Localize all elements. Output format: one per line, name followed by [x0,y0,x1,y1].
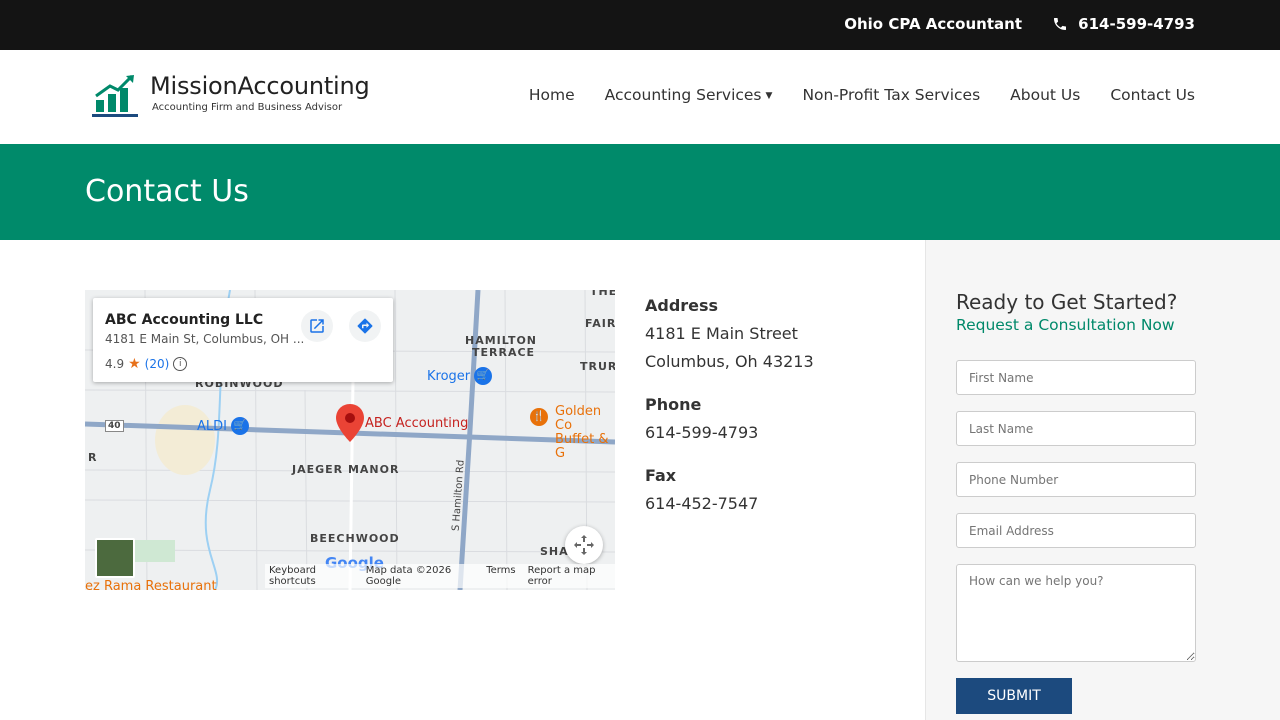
poi-golden[interactable]: Golden Co Buffet & G [555,405,615,461]
place-rating: 4.9 ★ (20) i [105,356,188,372]
poi-golden-line1: Golden Co [555,404,602,433]
map-data-text: Map data ©2026 Google [365,565,452,587]
place-name: ABC Accounting LLC [105,312,264,328]
google-map[interactable]: HAMILTON TERRACE ROBINWOOD JAEGER MANOR … [85,290,615,590]
logo-tagline: Accounting Firm and Business Advisor [152,102,343,113]
place-address: 4181 E Main St, Columbus, OH ... [105,332,305,346]
open-external-icon [310,319,324,333]
map-camera-control[interactable] [565,526,603,564]
contact-details: Address 4181 E Main Street Columbus, Oh … [645,292,814,533]
form-subheading: Request a Consultation Now [956,316,1175,334]
directions-button[interactable] [349,310,381,342]
top-bar: Ohio CPA Accountant 614-599-4793 [0,0,1280,50]
first-name-field[interactable] [956,360,1196,395]
consultation-form: Ready to Get Started? Request a Consulta… [925,240,1280,720]
nav-accounting-services-label: Accounting Services [604,86,762,104]
page-title: Contact Us [85,174,249,209]
nav-non-profit[interactable]: Non-Profit Tax Services [802,86,980,104]
map-label-fair: FAIR [585,317,615,330]
directions-icon [357,318,373,334]
fax-label: Fax [645,466,677,485]
chart-logo-icon [92,74,138,117]
map-label-jaeger: JAEGER MANOR [292,463,400,476]
route-40-shield: 40 [105,420,124,432]
phone-number[interactable]: 614-599-4793 [645,419,814,447]
map-label-terrace: TERRACE [472,346,536,359]
address-line1: 4181 E Main Street [645,324,798,343]
phone-label: Phone [645,395,702,414]
top-bar-phone[interactable]: 614-599-4793 [1052,15,1195,33]
restaurant-icon[interactable]: 🍴 [530,408,548,426]
star-icon: ★ [128,356,141,372]
top-bar-tagline: Ohio CPA Accountant [844,15,1022,33]
address-line2: Columbus, Oh 43213 [645,352,814,371]
poi-rama[interactable]: ez Rama Restaurant [85,579,217,590]
map-pin-icon[interactable] [336,404,364,442]
top-bar-phone-number: 614-599-4793 [1078,15,1195,33]
caret-down-icon: ▼ [765,90,773,101]
logo[interactable]: MissionAccounting Accounting Firm and Bu… [92,72,370,120]
phone-icon [1054,18,1067,30]
poi-golden-line2: Buffet & G [555,432,609,461]
satellite-toggle[interactable] [95,538,135,578]
nav-about[interactable]: About Us [1010,86,1080,104]
place-info-card: ABC Accounting LLC 4181 E Main St, Colum… [93,298,393,382]
message-field[interactable] [956,564,1196,662]
nav-home[interactable]: Home [529,86,575,104]
site-header: MissionAccounting Accounting Firm and Bu… [0,50,1280,144]
review-count-link[interactable]: (20) [145,357,170,371]
map-label-beechwood: BEECHWOOD [310,532,400,545]
move-arrows-icon [574,535,594,555]
rating-value: 4.9 [105,357,125,371]
info-icon[interactable]: i [173,357,188,371]
nav-accounting-services[interactable]: Accounting Services ▼ [605,86,773,104]
map-label-r: R [88,451,98,464]
map-label-the: THE [590,290,615,298]
open-in-maps-button[interactable] [301,310,333,342]
fax-number: 614-452-7547 [645,494,759,513]
map-footer: Keyboard shortcuts Map data ©2026 Google… [265,564,615,588]
logo-brand: MissionAccounting [150,72,370,100]
poi-abc-accounting[interactable]: ABC Accounting [365,416,468,431]
last-name-field[interactable] [956,411,1196,446]
email-field[interactable] [956,513,1196,548]
map-label-trur: TRUR [580,360,615,373]
shopping-cart-icon[interactable]: 🛒 [474,367,492,385]
keyboard-shortcuts-link[interactable]: Keyboard shortcuts [269,565,354,587]
shopping-cart-icon[interactable]: 🛒 [231,417,249,435]
report-error-link[interactable]: Report a map error [528,565,611,587]
main-nav: Home Accounting Services ▼ Non-Profit Tax… [529,86,1195,104]
terms-link[interactable]: Terms [486,565,515,587]
submit-button[interactable]: SUBMIT [956,678,1072,714]
phone-field[interactable] [956,462,1196,497]
poi-kroger[interactable]: Kroger [427,369,470,384]
poi-aldi[interactable]: ALDI [197,419,227,434]
address-label: Address [645,296,719,315]
form-heading: Ready to Get Started? [956,290,1178,314]
nav-contact[interactable]: Contact Us [1110,86,1195,104]
page-banner: Contact Us [0,144,1280,240]
